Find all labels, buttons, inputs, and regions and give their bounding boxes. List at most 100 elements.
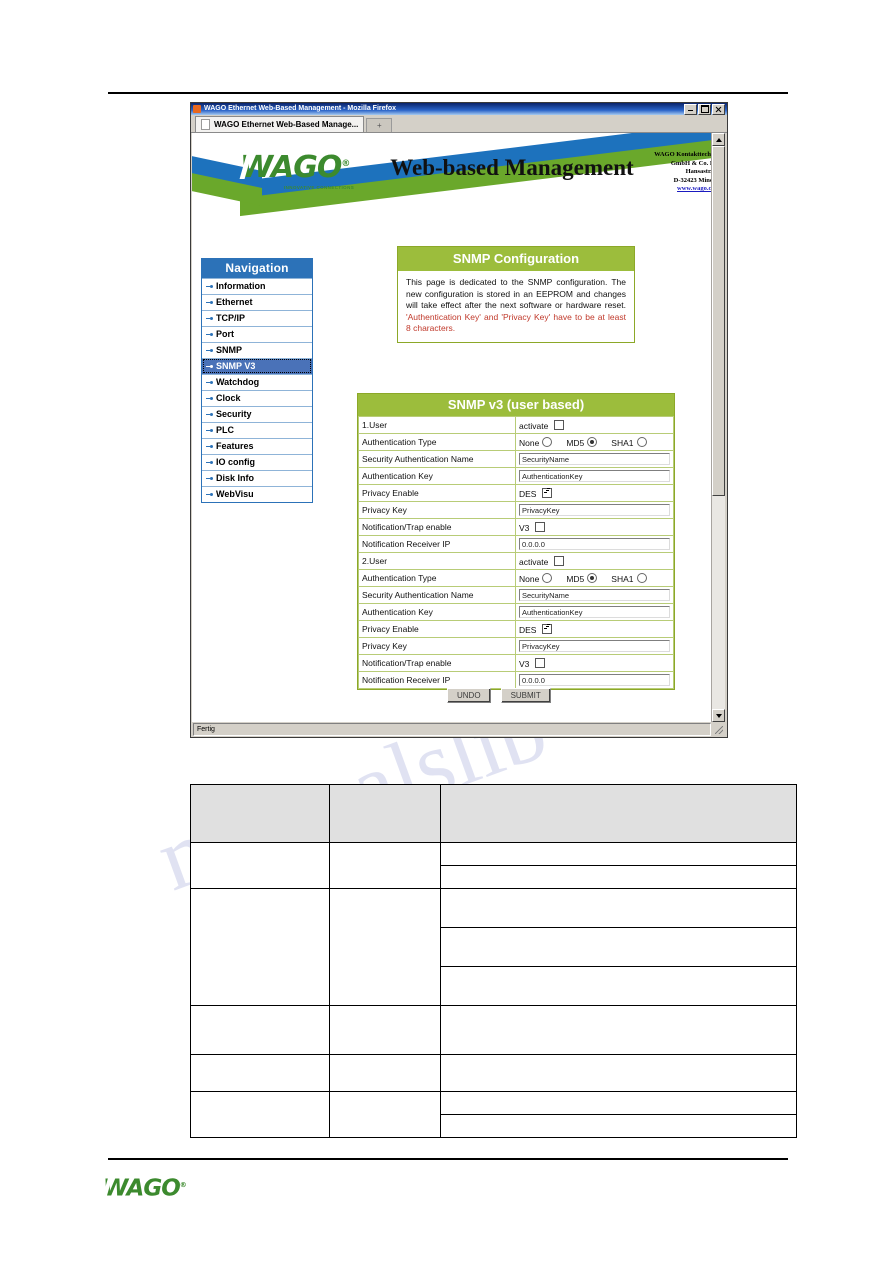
new-tab-button[interactable]: +	[366, 118, 393, 132]
maximize-button[interactable]	[698, 103, 711, 115]
user1-notification-v3-checkbox[interactable]	[534, 521, 545, 532]
minimize-button[interactable]	[684, 103, 697, 115]
scrollbar-track[interactable]	[712, 146, 725, 709]
arrow-bullet-icon	[206, 493, 213, 496]
sidebar-item-label: TCP/IP	[216, 313, 246, 323]
banner-title: Web-based Management	[390, 155, 634, 180]
header-cell-1	[190, 784, 330, 843]
user1-label: 1.User	[358, 416, 516, 434]
sidebar-item-security[interactable]: Security	[202, 406, 312, 422]
row4-cell-1	[190, 1054, 330, 1092]
scroll-down-arrow-icon[interactable]	[712, 709, 725, 722]
table-row: Notification/Trap enable V3	[358, 654, 674, 672]
activate-label: activate	[519, 420, 549, 431]
user2-notification-v3-checkbox[interactable]	[534, 657, 545, 668]
sidebar-item-port[interactable]: Port	[202, 326, 312, 342]
user1-auth-sha1-radio[interactable]	[636, 436, 647, 447]
auth-option-label: SHA1	[611, 573, 634, 584]
table-row: Authentication Key AuthenticationKey	[358, 603, 674, 621]
wago-logo: WAGO® INNOVATIVE CONNECTIONS	[239, 148, 390, 190]
notification-v3-label: V3	[519, 658, 530, 669]
user2-auth-none-radio[interactable]	[542, 572, 553, 583]
window-title: WAGO Ethernet Web-Based Management - Moz…	[204, 105, 397, 112]
sidebar-item-label: Information	[216, 281, 266, 291]
banner-stripe-mask	[192, 133, 262, 238]
snmp-form-table: 1.User activate Authentication Type None…	[358, 416, 674, 689]
user2-privacy-des-checkbox[interactable]	[541, 623, 552, 634]
user2-auth-md5-radio[interactable]	[587, 572, 598, 583]
user1-activate-checkbox[interactable]	[553, 419, 564, 430]
user2-activate-checkbox[interactable]	[553, 555, 564, 566]
sidebar-item-clock[interactable]: Clock	[202, 390, 312, 406]
sidebar-item-plc[interactable]: PLC	[202, 422, 312, 438]
sidebar-item-snmp[interactable]: SNMP	[202, 342, 312, 358]
user1-auth-none-radio[interactable]	[542, 436, 553, 447]
document-table	[190, 784, 797, 1138]
vertical-scrollbar[interactable]	[711, 133, 726, 722]
sidebar-item-label: SNMP V3	[216, 361, 256, 371]
user2-auth-key-input[interactable]: AuthenticationKey	[519, 606, 670, 618]
resize-grip-icon[interactable]	[712, 724, 724, 735]
user1-security-name-input[interactable]: SecurityName	[519, 453, 670, 465]
sidebar-item-information[interactable]: Information	[202, 278, 312, 294]
user1-auth-key-label: Authentication Key	[358, 467, 516, 485]
sidebar-item-label: SNMP	[216, 345, 243, 355]
user2-auth-sha1-radio[interactable]	[636, 572, 647, 583]
row5-cell-1	[190, 1091, 330, 1138]
navigation-panel: Navigation Information Ethernet TCP/IP P…	[201, 258, 313, 503]
row2-cell-1	[190, 888, 330, 1006]
sidebar-item-snmp-v3[interactable]: SNMP V3	[202, 358, 312, 374]
user2-security-name-input[interactable]: SecurityName	[519, 589, 670, 601]
arrow-bullet-icon	[206, 461, 213, 464]
close-button[interactable]	[712, 103, 725, 115]
user1-privacy-enable-label: Privacy Enable	[358, 484, 516, 502]
auth-option-label: None	[519, 437, 540, 448]
infobox-warning: 'Authentication Key' and 'Privacy Key' h…	[406, 311, 626, 334]
user2-auth-key-label: Authentication Key	[358, 603, 516, 621]
user1-privacy-des-checkbox[interactable]	[541, 487, 552, 498]
submit-button[interactable]: SUBMIT	[500, 688, 551, 703]
sidebar-item-ethernet[interactable]: Ethernet	[202, 294, 312, 310]
table-row: Privacy Enable DES	[358, 484, 674, 502]
user1-receiver-ip-input[interactable]: 0.0.0.0	[519, 538, 670, 550]
table-row: Privacy Key PrivacyKey	[358, 637, 674, 655]
table-header-row	[190, 784, 797, 843]
page-content: Navigation Information Ethernet TCP/IP P…	[192, 238, 726, 703]
form-button-row: UNDO SUBMIT	[447, 688, 551, 703]
sidebar-item-features[interactable]: Features	[202, 438, 312, 454]
tab-wago-management[interactable]: WAGO Ethernet Web-Based Manage...	[195, 116, 365, 132]
infobox-paragraph: This page is dedicated to the SNMP confi…	[406, 277, 626, 310]
user1-auth-md5-radio[interactable]	[587, 436, 598, 447]
auth-option-label: MD5	[566, 573, 585, 584]
sidebar-item-tcpip[interactable]: TCP/IP	[202, 310, 312, 326]
user1-auth-key-input[interactable]: AuthenticationKey	[519, 470, 670, 482]
user1-privacy-key-input[interactable]: PrivacyKey	[519, 504, 670, 516]
sidebar-item-watchdog[interactable]: Watchdog	[202, 374, 312, 390]
sidebar-item-webvisu[interactable]: WebVisu	[202, 486, 312, 502]
table-row	[190, 1091, 797, 1138]
sidebar-item-io-config[interactable]: IO config	[202, 454, 312, 470]
logo-tagline: INNOVATIVE CONNECTIONS	[284, 185, 355, 190]
user2-privacy-key-input[interactable]: PrivacyKey	[519, 640, 670, 652]
scrollbar-thumb[interactable]	[712, 146, 725, 496]
table-row: Privacy Enable DES	[358, 620, 674, 638]
arrow-bullet-icon	[206, 429, 213, 432]
tab-strip: WAGO Ethernet Web-Based Manage... +	[191, 115, 727, 133]
row1-cell-1	[190, 842, 330, 889]
logo-registered-mark: ®	[341, 159, 351, 169]
undo-button[interactable]: UNDO	[447, 688, 491, 703]
table-row: Notification/Trap enable V3	[358, 518, 674, 536]
scroll-up-arrow-icon[interactable]	[712, 133, 725, 146]
snmp-form-title: SNMP v3 (user based)	[358, 394, 674, 416]
user1-receiver-ip-label: Notification Receiver IP	[358, 535, 516, 553]
user2-receiver-ip-input[interactable]: 0.0.0.0	[519, 674, 670, 686]
infobox-title: SNMP Configuration	[398, 247, 634, 271]
row2-cell-3c	[440, 966, 797, 1006]
table-row: Authentication Type None MD5 SHA1	[358, 433, 674, 451]
tab-label: WAGO Ethernet Web-Based Manage...	[214, 120, 359, 129]
browser-titlebar: WAGO Ethernet Web-Based Management - Moz…	[191, 103, 727, 115]
page-rule-top	[108, 92, 788, 94]
row1-cell-3a	[440, 842, 797, 866]
user1-privacy-key-label: Privacy Key	[358, 501, 516, 519]
sidebar-item-disk-info[interactable]: Disk Info	[202, 470, 312, 486]
